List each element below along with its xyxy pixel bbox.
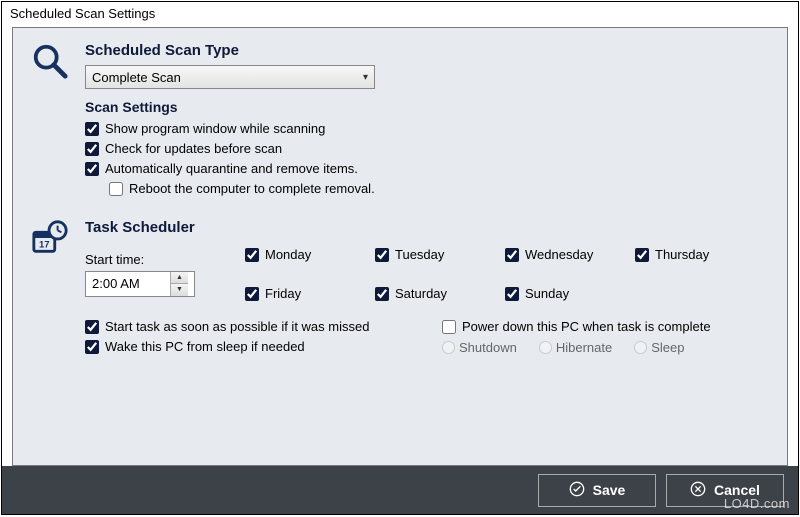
show-window-checkbox[interactable]: Show program window while scanning xyxy=(85,121,769,136)
day-wednesday[interactable]: Wednesday xyxy=(505,247,625,262)
power-down-checkbox[interactable]: Power down this PC when task is complete xyxy=(442,319,769,334)
scan-type-heading: Scheduled Scan Type xyxy=(85,42,769,59)
start-missed-checkbox[interactable]: Start task as soon as possible if it was… xyxy=(85,319,412,334)
scheduler-heading: Task Scheduler xyxy=(85,219,769,236)
check-updates-input[interactable] xyxy=(85,142,99,156)
window-title: Scheduled Scan Settings xyxy=(2,2,798,27)
time-spinner[interactable]: ▲ ▼ xyxy=(170,272,188,296)
close-circle-icon xyxy=(690,481,706,500)
wake-pc-checkbox[interactable]: Wake this PC from sleep if needed xyxy=(85,339,412,354)
calendar-clock-icon: 17 xyxy=(31,245,69,260)
check-circle-icon xyxy=(569,481,585,500)
auto-quarantine-label: Automatically quarantine and remove item… xyxy=(105,161,358,176)
auto-quarantine-input[interactable] xyxy=(85,162,99,176)
scheduler-section: 17 Task Scheduler Start time: xyxy=(31,219,769,359)
content-panel: Scheduled Scan Type Complete Scan ▾ Scan… xyxy=(12,27,788,466)
start-time-label: Start time: xyxy=(85,252,215,267)
power-down-options: Shutdown Hibernate Sleep xyxy=(442,340,769,355)
scan-type-select[interactable]: Complete Scan ▾ xyxy=(85,65,375,89)
day-monday[interactable]: Monday xyxy=(245,247,365,262)
check-updates-checkbox[interactable]: Check for updates before scan xyxy=(85,141,769,156)
day-friday[interactable]: Friday xyxy=(245,286,365,301)
scan-settings-heading: Scan Settings xyxy=(85,99,769,115)
reboot-input[interactable] xyxy=(109,182,123,196)
scan-type-value: Complete Scan xyxy=(92,70,181,85)
radio-hibernate[interactable]: Hibernate xyxy=(539,340,612,355)
radio-shutdown[interactable]: Shutdown xyxy=(442,340,517,355)
days-grid: Monday Tuesday Wednesday Thursday Friday… xyxy=(245,242,755,306)
reboot-checkbox[interactable]: Reboot the computer to complete removal. xyxy=(109,181,769,196)
day-tuesday[interactable]: Tuesday xyxy=(375,247,495,262)
cancel-label: Cancel xyxy=(714,482,760,498)
day-saturday[interactable]: Saturday xyxy=(375,286,495,301)
day-thursday[interactable]: Thursday xyxy=(635,247,755,262)
day-sunday[interactable]: Sunday xyxy=(505,286,625,301)
auto-quarantine-checkbox[interactable]: Automatically quarantine and remove item… xyxy=(85,161,769,176)
show-window-label: Show program window while scanning xyxy=(105,121,325,136)
settings-window: Scheduled Scan Settings Scheduled Scan T… xyxy=(1,1,799,515)
start-time-input[interactable] xyxy=(86,272,170,296)
svg-text:17: 17 xyxy=(39,240,50,251)
reboot-label: Reboot the computer to complete removal. xyxy=(129,181,375,196)
save-label: Save xyxy=(593,482,626,498)
cancel-button[interactable]: Cancel xyxy=(666,474,784,507)
start-time-field[interactable]: ▲ ▼ xyxy=(85,271,195,297)
scan-type-section: Scheduled Scan Type Complete Scan ▾ Scan… xyxy=(31,42,769,201)
footer-bar: Save Cancel xyxy=(2,466,798,514)
spinner-up-icon[interactable]: ▲ xyxy=(171,272,188,285)
check-updates-label: Check for updates before scan xyxy=(105,141,282,156)
spinner-down-icon[interactable]: ▼ xyxy=(171,284,188,296)
chevron-down-icon: ▾ xyxy=(363,72,368,83)
radio-sleep[interactable]: Sleep xyxy=(634,340,684,355)
save-button[interactable]: Save xyxy=(538,474,656,507)
show-window-input[interactable] xyxy=(85,122,99,136)
search-icon xyxy=(31,68,69,83)
